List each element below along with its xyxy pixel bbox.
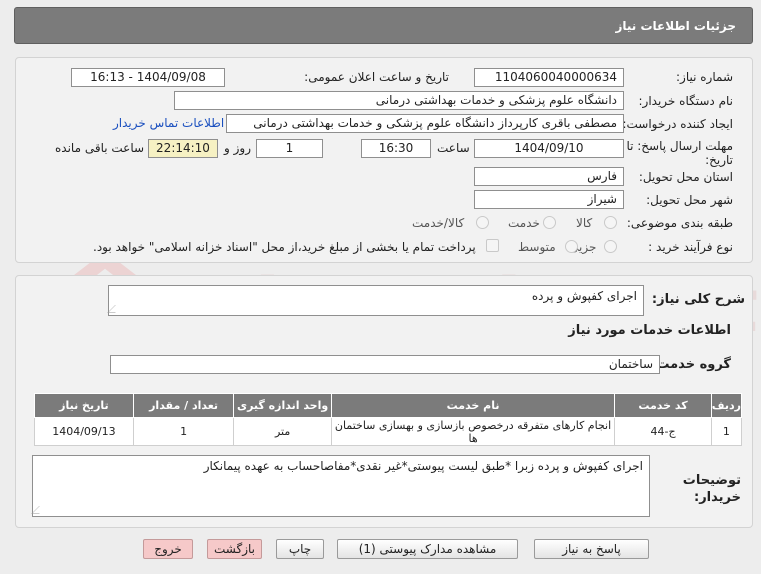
requester-label: ایجاد کننده درخواست:: [622, 117, 733, 131]
summary-text: اجرای کفپوش و پرده: [531, 289, 637, 303]
col-header-need-date: تاریخ نیاز: [34, 393, 134, 418]
cell-unit: متر: [233, 417, 332, 446]
category-option-goods-service: کالا/خدمت: [412, 216, 465, 230]
deadline-label: مهلت ارسال پاسخ: تا تاریخ:: [626, 139, 733, 167]
announce-label: تاریخ و ساعت اعلان عمومی:: [304, 70, 449, 84]
col-header-service-code: کد خدمت: [614, 393, 712, 418]
buyer-org-field: دانشگاه علوم پزشکی و خدمات بهداشتی درمان…: [174, 91, 624, 110]
summary-field: اجرای کفپوش و پرده: [107, 285, 644, 316]
page-title: جزئیات اطلاعات نیاز: [615, 19, 736, 33]
services-heading: اطلاعات خدمات مورد نیاز: [568, 323, 731, 338]
buyer-org-label: نام دستگاه خریدار:: [638, 94, 734, 108]
cell-row-number: 1: [710, 417, 743, 446]
deadline-time-label: ساعت: [437, 141, 470, 155]
category-radio-goods-service[interactable]: [476, 216, 489, 229]
announce-field: 1404/09/08 - 16:13: [71, 68, 225, 87]
buyer-notes-label: توضیحات خریدار:: [683, 472, 741, 506]
services-table: ردیف کد خدمت نام خدمت واحد اندازه گیری ت…: [34, 393, 743, 446]
deadline-label-line2: تاریخ:: [705, 153, 733, 167]
summary-label: شرح کلی نیاز:: [651, 292, 745, 307]
need-number-field: 1104060040000634: [474, 68, 624, 87]
cell-service-name: انجام کارهای متفرقه درخصوص بازسازی و بهس…: [330, 417, 616, 446]
resize-handle-icon[interactable]: [107, 305, 123, 313]
process-label: نوع فرآیند خرید :: [648, 240, 733, 254]
requester-field: مصطفی باقری کارپرداز دانشگاه علوم پزشکی …: [226, 114, 624, 133]
buyer-notes-label-line1: توضیحات: [682, 473, 741, 488]
province-label: استان محل تحویل:: [638, 170, 733, 184]
cell-need-date: 1404/09/13: [34, 417, 134, 446]
table-row: 1 ج-44 انجام کارهای متفرقه درخصوص بازساز…: [34, 417, 743, 446]
process-radio-medium[interactable]: [565, 240, 578, 253]
cell-quantity: 1: [132, 417, 235, 446]
attachments-button[interactable]: مشاهده مدارک پیوستی (1): [337, 539, 518, 559]
contact-buyer-link[interactable]: اطلاعات تماس خریدار: [113, 116, 224, 130]
col-header-quantity: تعداد / مقدار: [132, 393, 235, 418]
deadline-label-line1: مهلت ارسال پاسخ: تا: [626, 139, 733, 153]
days-field: 1: [256, 139, 323, 158]
resize-handle-icon[interactable]: [31, 506, 47, 514]
category-option-service: خدمت: [508, 216, 540, 230]
category-radio-goods[interactable]: [604, 216, 617, 229]
buyer-notes-label-line2: خریدار:: [694, 490, 741, 505]
city-label: شهر محل تحویل:: [646, 193, 733, 207]
deadline-date-field: 1404/09/10: [474, 139, 624, 158]
days-label: روز و: [224, 141, 251, 155]
process-radio-minor[interactable]: [604, 240, 617, 253]
remaining-time-label: ساعت باقی مانده: [55, 141, 145, 155]
print-button[interactable]: چاپ: [276, 539, 324, 559]
cell-service-code: ج-44: [614, 417, 712, 446]
col-header-service-name: نام خدمت: [330, 393, 616, 418]
col-header-unit: واحد اندازه گیری: [233, 393, 332, 418]
treasury-payment-note: پرداخت تمام یا بخشی از مبلغ خرید،از محل …: [93, 240, 476, 254]
table-header-row: ردیف کد خدمت نام خدمت واحد اندازه گیری ت…: [34, 393, 743, 418]
back-button[interactable]: بازگشت: [207, 539, 262, 559]
province-field: فارس: [474, 167, 624, 186]
service-group-field: ساختمان: [110, 355, 660, 374]
remaining-time-field: 22:14:10: [148, 139, 218, 158]
reply-button[interactable]: پاسخ به نیاز: [534, 539, 649, 559]
exit-button[interactable]: خروج: [143, 539, 193, 559]
buyer-notes-field: اجرای کفپوش و پرده زبرا *طبق لیست پیوستی…: [31, 455, 650, 517]
category-option-goods: کالا: [576, 216, 593, 230]
page-title-bar: جزئیات اطلاعات نیاز: [14, 7, 753, 44]
buyer-notes-text: اجرای کفپوش و پرده زبرا *طبق لیست پیوستی…: [203, 459, 643, 473]
category-label: طبقه بندی موضوعی:: [626, 216, 733, 230]
city-field: شیراز: [474, 190, 624, 209]
service-group-label: گروه خدمت:: [651, 357, 731, 372]
treasury-payment-checkbox[interactable]: [486, 239, 499, 252]
process-option-medium: متوسط: [518, 240, 556, 254]
category-radio-service[interactable]: [543, 216, 556, 229]
deadline-time-field: 16:30: [361, 139, 431, 158]
col-header-row-number: ردیف: [710, 393, 743, 418]
need-number-label: شماره نیاز:: [676, 70, 733, 84]
